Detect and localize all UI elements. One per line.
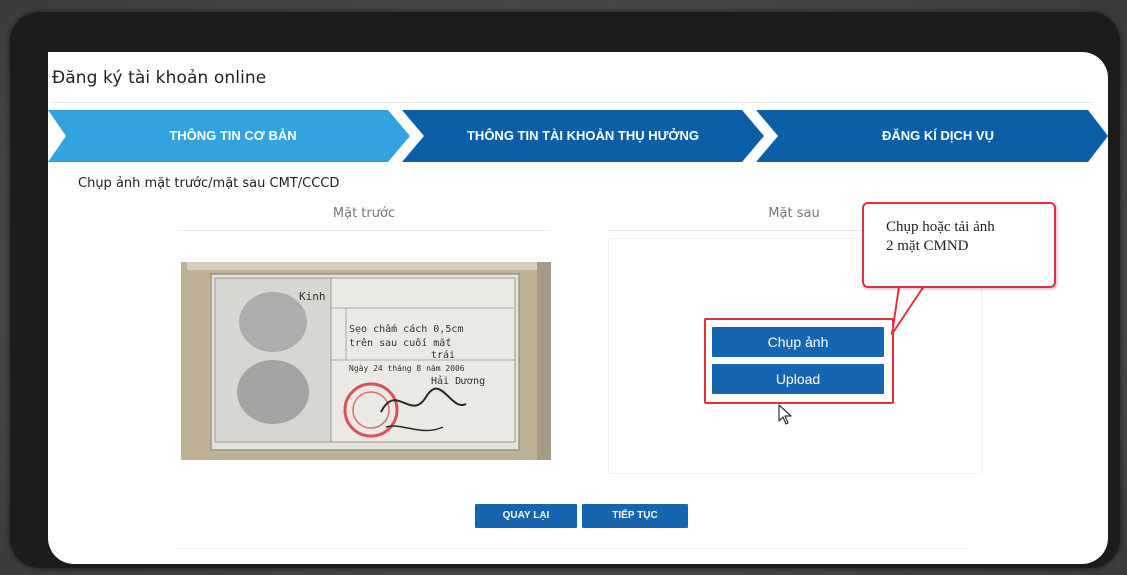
device-frame: Đăng ký tài khoản online THÔNG TIN CƠ BẢ… xyxy=(10,12,1120,568)
id-card-image xyxy=(181,262,551,460)
callout-tooltip: Chụp hoặc tải ảnh 2 mặt CMND xyxy=(862,202,1056,288)
step-2-label: THÔNG TIN TÀI KHOẢN THỤ HƯỞNG xyxy=(466,128,700,143)
card-text-1: Kinh xyxy=(299,290,326,303)
callout-text: Chụp hoặc tải ảnh 2 mặt CMND xyxy=(886,218,1046,256)
card-text-5: Ngày 24 tháng 8 năm 2006 xyxy=(349,364,465,373)
title-divider xyxy=(52,102,1092,103)
bottom-divider xyxy=(178,548,968,549)
capture-photo-button[interactable]: Chụp ảnh xyxy=(712,327,884,357)
front-id-photo[interactable]: Kinh Sẹo chấm cách 0,5cm trên sau cuối m… xyxy=(181,262,551,460)
callout-line-2: 2 mặt CMND xyxy=(886,238,969,254)
upload-button[interactable]: Upload xyxy=(712,364,884,394)
registration-screen: Đăng ký tài khoản online THÔNG TIN CƠ BẢ… xyxy=(48,52,1108,564)
card-text-6: Hải Dương xyxy=(431,376,486,387)
card-text-3: trên sau cuối mắt xyxy=(349,338,452,349)
step-3-label: ĐĂNG KÍ DỊCH VỤ xyxy=(882,128,994,143)
callout-line-1: Chụp hoặc tải ảnh xyxy=(886,219,995,235)
card-text-2: Sẹo chấm cách 0,5cm xyxy=(349,324,464,335)
section-label: Chụp ảnh mặt trước/mặt sau CMT/CCCD xyxy=(78,176,340,191)
front-title-rule xyxy=(178,230,550,231)
back-button[interactable]: QUAY LẠI xyxy=(475,504,577,528)
step-progress-bar: THÔNG TIN CƠ BẢN THÔNG TIN TÀI KHOẢN THỤ… xyxy=(48,110,1108,162)
card-text-4: trái xyxy=(431,350,456,361)
page-title: Đăng ký tài khoản online xyxy=(52,68,267,88)
next-button[interactable]: TIẾP TỤC xyxy=(582,504,688,528)
back-side-button-group: Chụp ảnh Upload xyxy=(704,318,894,404)
front-side-title: Mặt trước xyxy=(332,206,396,221)
step-1-label: THÔNG TIN CƠ BẢN xyxy=(169,128,297,143)
mouse-cursor-icon xyxy=(778,404,792,425)
